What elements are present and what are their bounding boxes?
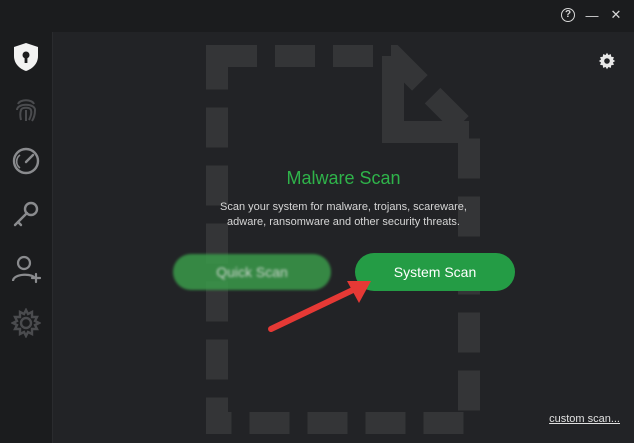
sidebar-item-settings[interactable] [9,306,43,340]
sidebar-item-protection[interactable] [9,40,43,74]
sidebar-item-account[interactable] [9,252,43,286]
app-window: ? — ✕ Malware Scan Scan your system for … [0,0,634,443]
page-title: Malware Scan [286,168,401,188]
close-button[interactable]: ✕ [608,7,624,23]
system-scan-button[interactable]: System Scan [355,253,515,291]
gear-icon [598,52,616,70]
speedometer-icon [12,147,40,175]
minimize-icon: — [585,7,599,23]
sidebar-item-performance[interactable] [9,144,43,178]
user-add-icon [11,255,41,284]
description-line-1: Scan your system for malware, trojans, s… [220,201,467,213]
minimize-button[interactable]: — [584,7,600,23]
help-icon: ? [561,8,575,22]
gear-button[interactable] [598,52,616,70]
scan-description: Scan your system for malware, trojans, s… [53,200,634,230]
custom-scan-link[interactable]: custom scan... [549,413,620,425]
sidebar-item-tools[interactable] [9,198,43,232]
shield-icon [14,43,38,71]
settings-icon [11,308,41,338]
close-icon: ✕ [610,7,622,22]
description-line-2: adware, ransomware and other security th… [227,216,460,228]
sidebar-item-privacy[interactable] [9,92,43,126]
quick-scan-button[interactable]: Quick Scan [173,254,331,290]
key-icon [13,201,39,227]
main-panel: Malware Scan Scan your system for malwar… [53,32,634,443]
title-bar: ? — ✕ [0,0,634,32]
fingerprint-icon [16,99,37,122]
window-controls: ? — ✕ [560,7,624,23]
document-background-icon [206,45,480,434]
sidebar [0,32,53,443]
help-button[interactable]: ? [560,7,576,23]
